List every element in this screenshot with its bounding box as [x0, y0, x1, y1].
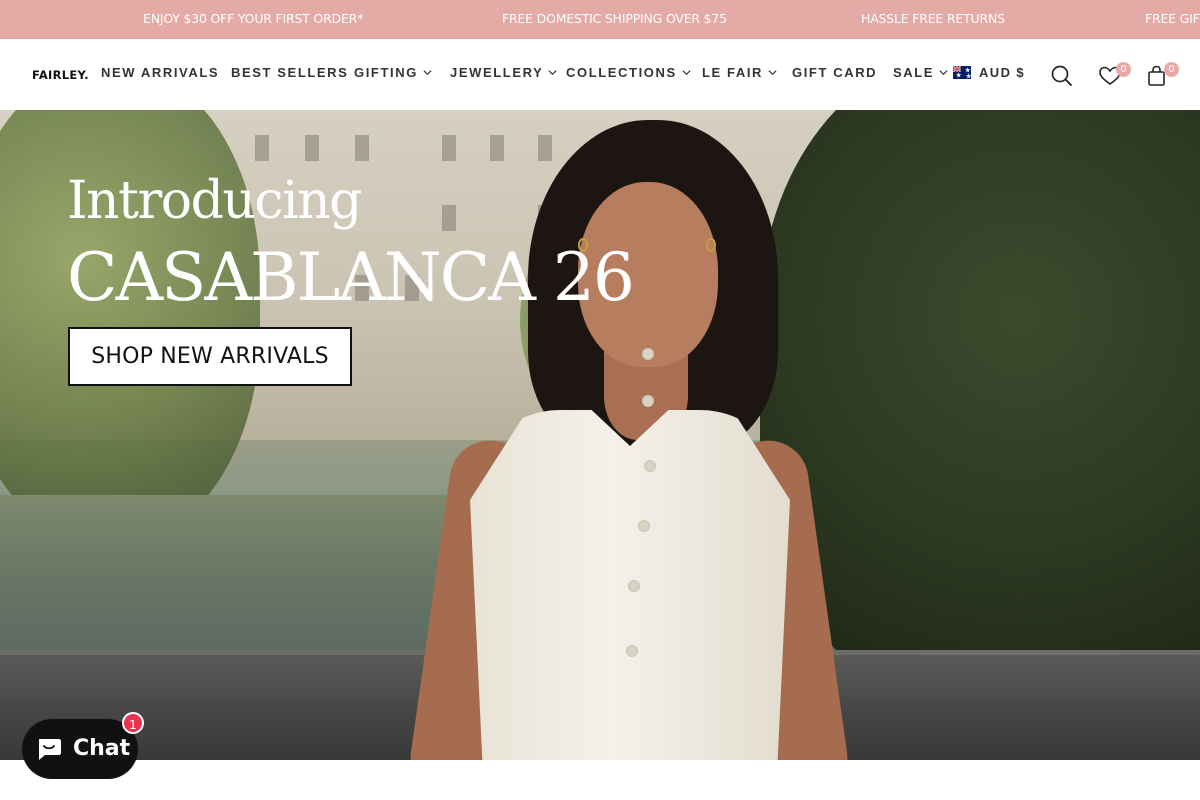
vest-button	[642, 348, 654, 360]
nav-item-gift-card[interactable]: GIFT CARD	[792, 65, 877, 80]
building-window	[305, 135, 319, 161]
nav-item-label: LE FAIR	[702, 65, 764, 80]
vest-button	[628, 580, 640, 592]
chevron-down-icon	[939, 70, 948, 76]
chevron-down-icon	[682, 70, 691, 76]
announcement-message: ENJOY $30 OFF YOUR FIRST ORDER*	[143, 11, 364, 26]
cart-count-badge: 0	[1164, 62, 1179, 77]
nav-item-collections[interactable]: COLLECTIONS	[566, 65, 691, 80]
announcement-message: FREE DOMESTIC SHIPPING OVER $75	[502, 11, 727, 26]
building-window	[355, 135, 369, 161]
chat-bubble-icon	[39, 739, 61, 760]
star-icon: ★	[966, 74, 971, 79]
chat-button[interactable]: Chat	[22, 719, 138, 779]
nav-item-label: GIFT CARD	[792, 65, 878, 80]
building-window	[442, 135, 456, 161]
building-window	[538, 135, 552, 161]
hero-intro-text: Introducing	[67, 171, 362, 231]
search-icon[interactable]	[1049, 63, 1075, 89]
announcement-bar: ENJOY $30 OFF YOUR FIRST ORDER* FREE DOM…	[0, 0, 1200, 39]
chevron-down-icon	[548, 70, 557, 76]
vest-button	[644, 460, 656, 472]
nav-item-jewellery[interactable]: JEWELLERY	[450, 65, 557, 80]
vest-button	[638, 520, 650, 532]
earring	[706, 238, 716, 252]
building-window	[490, 135, 504, 161]
shop-new-arrivals-button[interactable]: SHOP NEW ARRIVALS	[68, 327, 352, 386]
nav-item-label: BEST SELLERS	[231, 65, 349, 80]
nav-item-label: SALE	[893, 65, 935, 80]
building-window	[255, 135, 269, 161]
nav-item-best-sellers[interactable]: BEST SELLERS	[231, 65, 348, 80]
building-window	[442, 205, 456, 231]
currency-selector[interactable]: ★ ★ ★ AUD $	[953, 65, 1025, 80]
brand-logo[interactable]: FAIRLEY.	[32, 68, 89, 82]
australia-flag-icon: ★ ★ ★	[953, 66, 971, 79]
nav-item-label: COLLECTIONS	[566, 65, 677, 80]
vest-button	[642, 395, 654, 407]
hero-title: CASABLANCA 26	[67, 239, 635, 316]
currency-label: AUD $	[979, 65, 1026, 80]
nav-item-new-arrivals[interactable]: NEW ARRIVALS	[101, 65, 219, 80]
site-header: FAIRLEY. NEW ARRIVALS BEST SELLERS GIFTI…	[0, 39, 1200, 110]
chevron-down-icon	[423, 70, 432, 76]
nav-item-gifting[interactable]: GIFTING	[354, 65, 432, 80]
nav-item-label: JEWELLERY	[450, 65, 544, 80]
nav-item-label: NEW ARRIVALS	[101, 65, 220, 80]
union-jack-icon	[953, 66, 961, 72]
chat-unread-badge: 1	[122, 712, 144, 734]
chat-label: Chat	[73, 736, 131, 761]
announcement-message: FREE GIFT	[1145, 11, 1200, 26]
nav-item-sale[interactable]: SALE	[893, 65, 948, 80]
chevron-down-icon	[768, 70, 777, 76]
vest-button	[626, 645, 638, 657]
hero-banner[interactable]: Introducing CASABLANCA 26 SHOP NEW ARRIV…	[0, 110, 1200, 760]
nav-item-label: GIFTING	[354, 65, 418, 80]
star-icon: ★	[956, 73, 963, 79]
announcement-message: HASSLE FREE RETURNS	[861, 11, 1005, 26]
nav-item-le-fair[interactable]: LE FAIR	[702, 65, 777, 80]
wishlist-count-badge: 0	[1116, 62, 1131, 77]
